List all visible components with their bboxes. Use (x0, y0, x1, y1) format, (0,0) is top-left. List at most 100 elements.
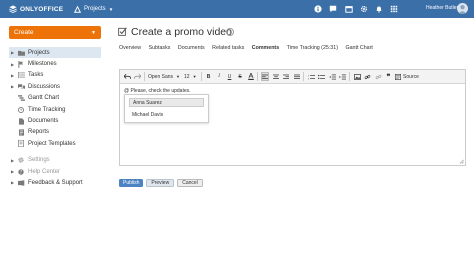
editor-toolbar: Open Sans ▼ 12 ▼ B I U S 12 ❞ Source (120, 70, 465, 84)
discussions-icon (17, 83, 25, 90)
documents-icon (17, 117, 25, 125)
task-tabs: Overview Subtasks Documents Related task… (119, 45, 380, 51)
tab-subtasks[interactable]: Subtasks (149, 45, 171, 51)
gear-icon[interactable] (359, 4, 369, 14)
tasks-icon (17, 72, 25, 79)
sidebar-item-discussions[interactable]: ▶ Discussions (9, 81, 101, 92)
numbered-list-icon[interactable]: 12 (307, 72, 315, 81)
chevron-down-icon: ▼ (192, 74, 197, 79)
sidebar-item-label: Documents (28, 118, 59, 125)
align-right-icon[interactable] (282, 72, 290, 81)
avatar[interactable] (457, 3, 468, 14)
comment-editor[interactable]: Open Sans ▼ 12 ▼ B I U S 12 ❞ Source @ P… (119, 69, 466, 166)
unlink-icon[interactable] (374, 72, 382, 81)
image-icon[interactable] (353, 72, 361, 81)
gear-icon (17, 157, 25, 164)
undo-icon[interactable] (123, 72, 131, 81)
chevron-down-icon: ▼ (176, 74, 180, 79)
info-icon[interactable] (313, 4, 323, 14)
decrease-indent-icon[interactable] (328, 72, 336, 81)
user-name[interactable]: Heather Butler (426, 5, 458, 11)
chevron-down-icon: ▼ (108, 6, 114, 12)
brand-name: ONLYOFFICE (20, 5, 64, 13)
cancel-button[interactable]: Cancel (177, 179, 203, 187)
text-color-icon[interactable] (247, 72, 255, 81)
feedback-icon (17, 179, 25, 186)
clock-icon (17, 106, 25, 113)
blockquote-icon[interactable]: ❞ (385, 72, 393, 81)
align-left-icon[interactable] (261, 72, 270, 81)
help-icon[interactable]: i (226, 28, 234, 36)
tab-overview[interactable]: Overview (119, 45, 141, 51)
font-family-select[interactable]: Open Sans ▼ (148, 72, 180, 81)
sidebar-item-tasks[interactable]: ▶ Tasks (9, 70, 101, 81)
bell-icon[interactable] (374, 4, 384, 14)
create-button[interactable]: Create ▼ (9, 26, 101, 39)
tab-time-tracking[interactable]: Time Tracking (25:31) (287, 45, 338, 51)
milestone-icon (17, 60, 25, 68)
projects-module-icon (74, 5, 81, 13)
sidebar-item-label: Help Center (28, 168, 61, 175)
svg-text:2: 2 (308, 78, 310, 80)
sidebar-item-label: Projects (28, 49, 50, 56)
top-icons (313, 4, 405, 14)
strikethrough-icon[interactable]: S (236, 72, 244, 81)
sidebar-item-label: Milestones (28, 61, 57, 68)
mention-dropdown: Anna Suarez Michael Davis (124, 94, 209, 123)
reports-icon (17, 129, 25, 136)
tab-documents[interactable]: Documents (178, 45, 205, 51)
sidebar-item-gantt-chart[interactable]: Gantt Chart (9, 93, 101, 104)
module-switcher[interactable]: Projects ▼ (74, 4, 113, 14)
sidebar-item-help-center[interactable]: ▶ ? Help Center (9, 166, 101, 177)
module-name: Projects (84, 6, 106, 12)
folder-icon (17, 49, 25, 56)
tab-comments[interactable]: Comments (252, 45, 279, 51)
sidebar-item-time-tracking[interactable]: Time Tracking (9, 104, 101, 115)
mention-option[interactable]: Anna Suarez (129, 98, 204, 107)
sidebar-item-label: Feedback & Support (28, 179, 83, 186)
sidebar-item-label: Gantt Chart (28, 95, 60, 102)
chevron-down-icon: ▼ (91, 29, 96, 36)
redo-icon[interactable] (134, 72, 142, 81)
sidebar-item-milestones[interactable]: ▶ Milestones (9, 58, 101, 69)
bulleted-list-icon[interactable] (318, 72, 326, 81)
sidebar-item-feedback-support[interactable]: ▶ Feedback & Support (9, 177, 101, 188)
calendar-icon[interactable] (344, 4, 354, 14)
underline-icon[interactable]: U (226, 72, 234, 81)
gantt-icon (17, 95, 25, 102)
create-button-label: Create (14, 29, 34, 36)
publish-button[interactable]: Publish (119, 179, 144, 187)
grid-icon[interactable] (389, 4, 399, 14)
sidebar-item-documents[interactable]: Documents (9, 115, 101, 126)
mention-option[interactable]: Michael Davis (129, 110, 204, 119)
font-size-select[interactable]: 12 ▼ (184, 72, 197, 81)
source-button[interactable]: Source (395, 72, 419, 81)
brand-logo[interactable]: ONLYOFFICE (9, 4, 63, 14)
onlyoffice-logo-icon (9, 5, 17, 13)
sidebar-item-label: Settings (28, 157, 50, 164)
sidebar-item-project-templates[interactable]: Project Templates (9, 138, 101, 149)
italic-icon[interactable]: I (215, 72, 223, 81)
align-center-icon[interactable] (272, 72, 280, 81)
sidebar-item-settings[interactable]: ▶ Settings (9, 155, 101, 166)
source-icon (395, 73, 402, 80)
chat-icon[interactable] (328, 4, 338, 14)
sidebar-item-reports[interactable]: Reports (9, 127, 101, 138)
sidebar-item-projects[interactable]: ▶ Projects (9, 47, 101, 59)
sidebar-item-label: Project Templates (28, 140, 76, 147)
bold-icon[interactable]: B (205, 72, 213, 81)
align-justify-icon[interactable] (293, 72, 301, 81)
svg-text:1: 1 (308, 75, 310, 77)
resize-handle-icon[interactable] (459, 159, 464, 164)
tab-related-tasks[interactable]: Related tasks (212, 45, 244, 51)
increase-indent-icon[interactable] (339, 72, 347, 81)
user-avatar-icon (458, 5, 467, 14)
help-icon: ? (17, 168, 25, 175)
sidebar-item-label: Tasks (28, 72, 44, 79)
svg-text:?: ? (20, 169, 22, 174)
preview-button[interactable]: Preview (146, 179, 175, 187)
link-icon[interactable] (364, 72, 372, 81)
sidebar-item-label: Discussions (28, 83, 61, 90)
templates-icon (17, 140, 25, 148)
tab-gantt-chart[interactable]: Gantt Chart (345, 45, 372, 51)
